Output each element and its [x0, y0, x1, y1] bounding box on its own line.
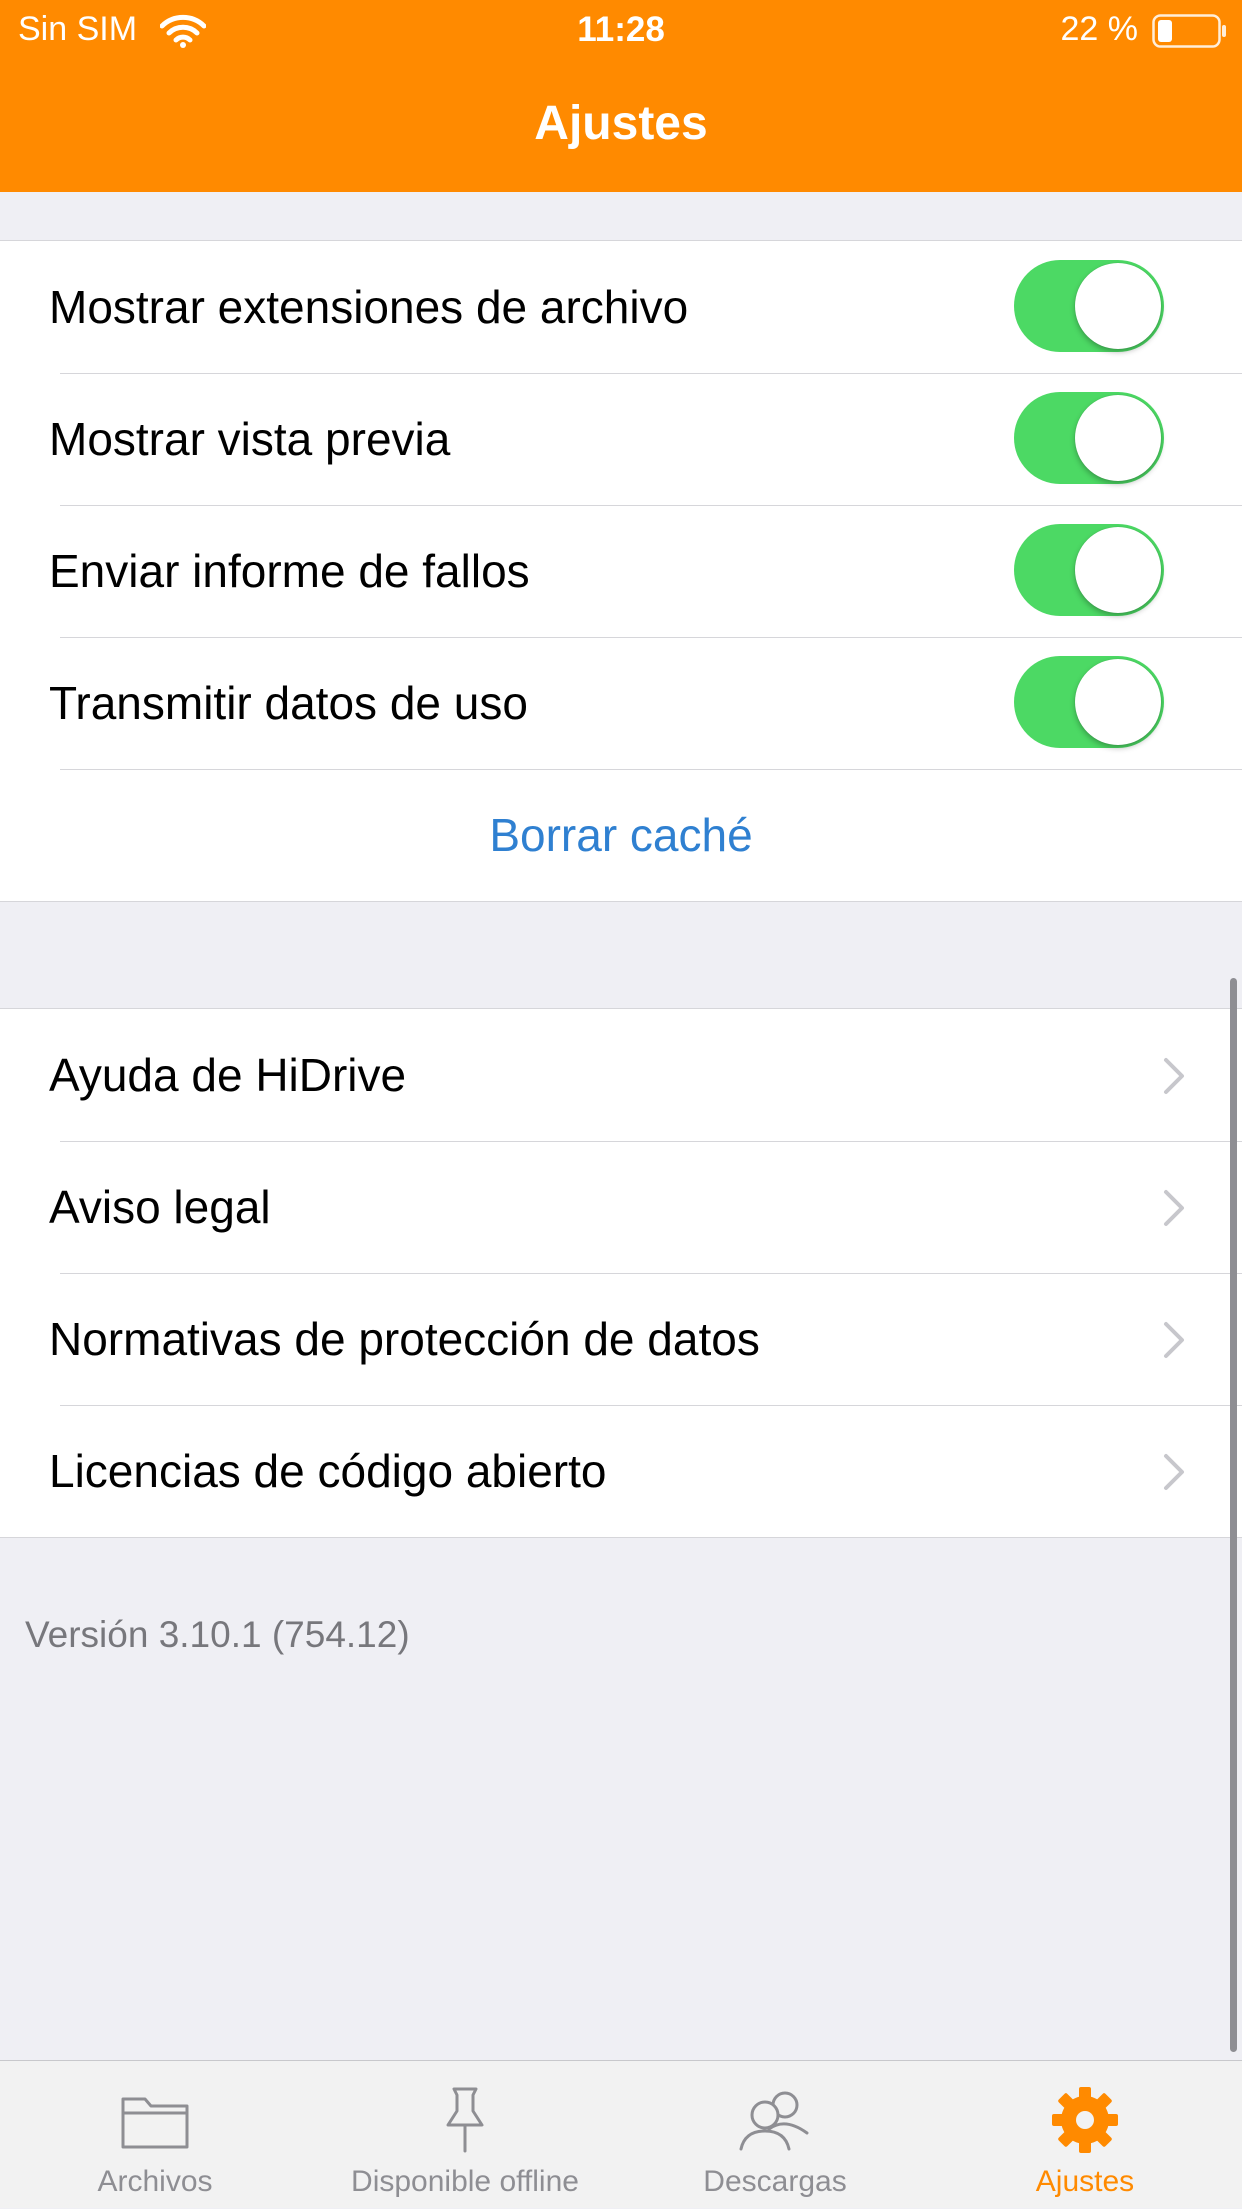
clear-cache-row: Borrar caché	[0, 769, 1242, 901]
toggle-row-file-extensions: Mostrar extensiones de archivo	[0, 241, 1242, 373]
link-label: Aviso legal	[49, 1181, 271, 1233]
battery-icon	[1152, 14, 1226, 48]
chevron-right-icon	[1164, 1190, 1184, 1226]
info-section: Ayuda de HiDrive Aviso legal Normativas …	[0, 1008, 1242, 1538]
clear-cache-button[interactable]: Borrar caché	[0, 769, 1242, 901]
tab-archivos[interactable]: Archivos	[0, 2061, 310, 2209]
tab-label: Descargas	[703, 2165, 847, 2198]
tab-label: Archivos	[97, 2165, 213, 2198]
toggle-label: Mostrar vista previa	[49, 413, 451, 465]
chevron-right-icon	[1164, 1322, 1184, 1358]
toggle-label: Enviar informe de fallos	[49, 545, 530, 597]
link-row-licenses[interactable]: Licencias de código abierto	[0, 1405, 1242, 1537]
tab-descargas[interactable]: Descargas	[620, 2061, 930, 2209]
preview-toggle[interactable]	[1014, 392, 1164, 484]
tab-label: Ajustes	[1035, 2165, 1135, 2198]
gear-icon	[1052, 2087, 1118, 2153]
toggle-row-crash-report: Enviar informe de fallos	[0, 505, 1242, 637]
scrollbar[interactable]	[1230, 978, 1237, 2052]
toggle-knob	[1075, 527, 1161, 613]
tab-disponible-offline[interactable]: Disponible offline	[310, 2061, 620, 2209]
toggle-knob	[1075, 263, 1161, 349]
page-title: Ajustes	[534, 97, 708, 150]
users-icon	[739, 2091, 809, 2151]
header: Sin SIM 11:28 22 % Ajustes	[0, 0, 1242, 192]
chevron-right-icon	[1164, 1454, 1184, 1490]
crash-report-toggle[interactable]	[1014, 524, 1164, 616]
link-row-help[interactable]: Ayuda de HiDrive	[0, 1009, 1242, 1141]
link-label: Licencias de código abierto	[49, 1445, 607, 1497]
toggle-knob	[1075, 659, 1161, 745]
toggle-label: Transmitir datos de uso	[49, 677, 528, 729]
tab-ajustes[interactable]: Ajustes	[930, 2061, 1240, 2209]
pin-icon	[446, 2087, 484, 2153]
toggle-knob	[1075, 395, 1161, 481]
toggle-label: Mostrar extensiones de archivo	[49, 281, 689, 333]
chevron-right-icon	[1164, 1058, 1184, 1094]
folder-icon	[121, 2097, 189, 2149]
file-extensions-toggle[interactable]	[1014, 260, 1164, 352]
settings-section: Mostrar extensiones de archivo Mostrar v…	[0, 240, 1242, 902]
link-row-legal[interactable]: Aviso legal	[0, 1141, 1242, 1273]
tab-bar: Archivos Disponible offline Descargas Aj…	[0, 2060, 1242, 2208]
status-bar: Sin SIM 11:28 22 %	[0, 0, 1242, 64]
tab-label: Disponible offline	[351, 2165, 579, 2198]
version-label: Versión 3.10.1 (754.12)	[25, 1614, 410, 1655]
link-row-privacy[interactable]: Normativas de protección de datos	[0, 1273, 1242, 1405]
clock: 11:28	[577, 10, 665, 49]
toggle-row-preview: Mostrar vista previa	[0, 373, 1242, 505]
battery-percent: 22 %	[1060, 10, 1139, 48]
link-label: Normativas de protección de datos	[49, 1313, 760, 1365]
toggle-row-usage-data: Transmitir datos de uso	[0, 637, 1242, 769]
link-label: Ayuda de HiDrive	[49, 1049, 407, 1101]
usage-data-toggle[interactable]	[1014, 656, 1164, 748]
